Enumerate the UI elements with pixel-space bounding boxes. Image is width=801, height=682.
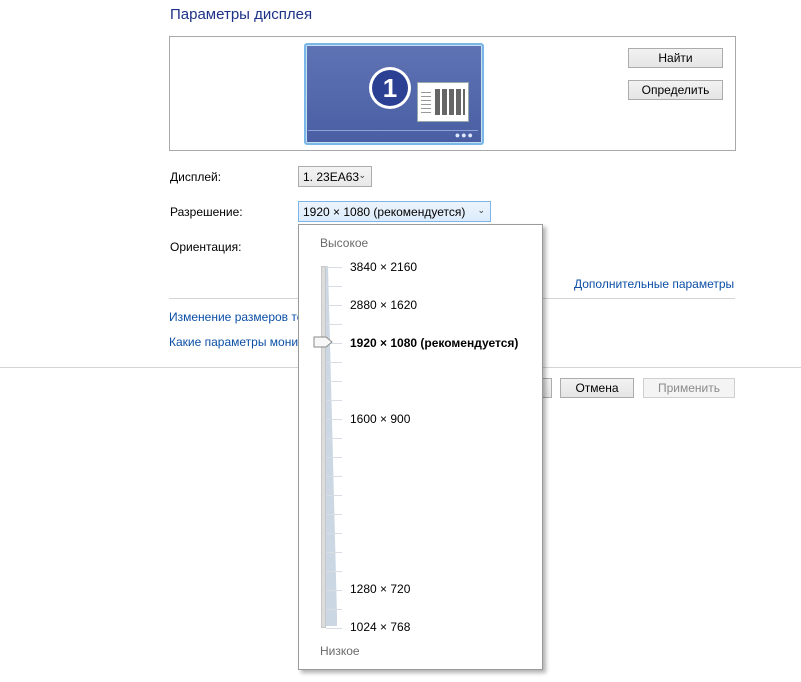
slider-tick bbox=[326, 628, 342, 629]
resolution-option[interactable]: 1600 × 900 bbox=[350, 412, 410, 426]
slider-tick bbox=[326, 552, 342, 553]
find-button[interactable]: Найти bbox=[628, 48, 723, 68]
monitor-number: 1 bbox=[372, 70, 408, 106]
cancel-button[interactable]: Отмена bbox=[560, 378, 634, 398]
page-title: Параметры дисплея bbox=[170, 6, 313, 23]
slider-tick bbox=[326, 267, 342, 268]
resolution-dropdown: Высокое 3840 × 2160 2880 × 1620 1920 × 1… bbox=[298, 224, 543, 670]
slider-tick bbox=[326, 324, 342, 325]
taskbar-line bbox=[308, 130, 478, 131]
identify-button[interactable]: Определить bbox=[628, 80, 723, 100]
slider-tick bbox=[326, 362, 342, 363]
slider-tick bbox=[326, 590, 342, 591]
slider-tick bbox=[326, 381, 342, 382]
slider-tick bbox=[326, 514, 342, 515]
resolution-select-value: 1920 × 1080 (рекомендуется) bbox=[303, 204, 466, 219]
monitor-1-tile[interactable]: 1 ●●● bbox=[304, 43, 484, 145]
slider-tick bbox=[326, 438, 342, 439]
slider-wedge bbox=[325, 266, 337, 626]
monitor-preview-area: 1 ●●● Найти Определить bbox=[169, 36, 736, 151]
slider-tick bbox=[326, 533, 342, 534]
resolution-label: Разрешение: bbox=[170, 205, 243, 219]
slider-tick bbox=[326, 476, 342, 477]
slider-tick bbox=[326, 571, 342, 572]
high-caption: Высокое bbox=[320, 236, 369, 250]
slider-tick bbox=[326, 495, 342, 496]
resolution-option[interactable]: 3840 × 2160 bbox=[350, 260, 417, 274]
resolution-option[interactable]: 1024 × 768 bbox=[350, 620, 410, 634]
apply-button[interactable]: Применить bbox=[643, 378, 735, 398]
resolution-option[interactable]: 1280 × 720 bbox=[350, 582, 410, 596]
resolution-slider-track[interactable] bbox=[321, 266, 326, 628]
chevron-down-icon: ⌄ bbox=[477, 205, 485, 215]
slider-tick bbox=[326, 286, 342, 287]
resolution-option-selected[interactable]: 1920 × 1080 (рекомендуется) bbox=[350, 336, 518, 350]
display-select-value: 1. 23EA63 bbox=[303, 169, 360, 184]
low-caption: Низкое bbox=[320, 644, 360, 658]
orientation-label: Ориентация: bbox=[170, 240, 242, 254]
text-size-link[interactable]: Изменение размеров те bbox=[169, 310, 303, 324]
display-select[interactable]: 1. 23EA63 ⌄ bbox=[298, 166, 372, 187]
slider-tick bbox=[326, 305, 342, 306]
advanced-settings-link[interactable]: Дополнительные параметры bbox=[574, 277, 734, 291]
slider-tick bbox=[326, 457, 342, 458]
chevron-down-icon: ⌄ bbox=[358, 170, 366, 180]
monitor-number-badge: 1 bbox=[369, 67, 411, 109]
resolution-slider-thumb[interactable] bbox=[313, 336, 333, 348]
monitor-settings-link[interactable]: Какие параметры мони bbox=[169, 335, 298, 349]
display-label: Дисплей: bbox=[170, 170, 222, 184]
resolution-select[interactable]: 1920 × 1080 (рекомендуется) ⌄ bbox=[298, 201, 491, 222]
slider-tick bbox=[326, 400, 342, 401]
slider-tick bbox=[326, 419, 342, 420]
more-dots-icon: ●●● bbox=[454, 130, 474, 140]
resolution-option[interactable]: 2880 × 1620 bbox=[350, 298, 417, 312]
desktop-tiles-icon bbox=[417, 82, 469, 122]
slider-tick bbox=[326, 609, 342, 610]
